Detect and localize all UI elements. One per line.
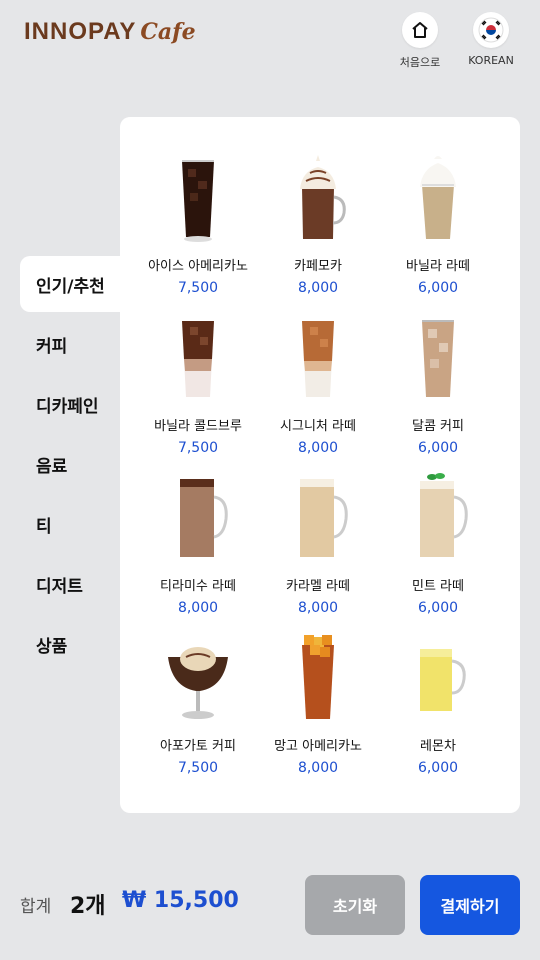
korea-flag-icon: [473, 12, 509, 48]
item-name: 바닐라 콜드브루: [154, 419, 242, 434]
menu-item-caramel-latte[interactable]: 카라멜 라떼 8,000: [258, 471, 378, 631]
affogato-image: [168, 647, 228, 719]
reset-button[interactable]: 초기화: [305, 875, 405, 935]
item-name: 바닐라 라떼: [406, 259, 470, 274]
category-sidebar: 인기/추천 커피 디카페인 음료 티 디저트 상품: [20, 256, 120, 676]
menu-item-vanilla-cold-brew[interactable]: 바닐라 콜드브루 7,500: [138, 311, 258, 471]
item-price: 8,000: [297, 280, 339, 296]
item-name: 카라멜 라떼: [286, 579, 350, 594]
logo-cafe-text: Cafe: [140, 19, 196, 45]
language-button[interactable]: KOREAN: [456, 12, 526, 67]
home-button[interactable]: 처음으로: [385, 12, 455, 70]
item-price: 8,000: [297, 760, 339, 776]
caramel-latte-image: [300, 479, 348, 557]
item-price: 7,500: [177, 760, 219, 776]
item-price: 6,000: [417, 280, 459, 296]
item-name: 망고 아메리카노: [274, 739, 362, 754]
item-price: 7,500: [177, 280, 219, 296]
category-beverage[interactable]: 음료: [20, 436, 120, 492]
cafe-mocha-image: [300, 155, 346, 239]
item-name: 아이스 아메리카노: [148, 259, 248, 274]
item-name: 티라미수 라떼: [160, 579, 236, 594]
brand-logo: INNOPAY Cafe: [24, 18, 196, 46]
menu-item-mint-latte[interactable]: 민트 라떼 6,000: [378, 471, 498, 631]
home-label: 처음으로: [399, 56, 441, 69]
mint-latte-image: [420, 473, 468, 557]
vanilla-cold-brew-image: [182, 321, 214, 397]
category-dessert[interactable]: 디저트: [20, 556, 120, 612]
vanilla-latte-image: [420, 156, 456, 239]
item-price: 8,000: [297, 600, 339, 616]
menu-item-iced-americano[interactable]: 아이스 아메리카노 7,500: [138, 151, 258, 311]
lemon-tea-image: [420, 649, 466, 711]
item-price: 8,000: [177, 600, 219, 616]
menu-item-lemon-tea[interactable]: 레몬차 6,000: [378, 631, 498, 791]
item-name: 시그니처 라떼: [280, 419, 356, 434]
item-name: 달콤 커피: [412, 419, 464, 434]
category-coffee[interactable]: 커피: [20, 316, 120, 372]
home-icon: [402, 12, 438, 48]
item-price: 8,000: [297, 440, 339, 456]
menu-item-vanilla-latte[interactable]: 바닐라 라떼 6,000: [378, 151, 498, 311]
menu-item-tiramisu-latte[interactable]: 티라미수 라떼 8,000: [138, 471, 258, 631]
category-decaf[interactable]: 디카페인: [20, 376, 120, 432]
item-price: 6,000: [417, 600, 459, 616]
mango-americano-image: [302, 635, 334, 719]
signature-latte-image: [302, 321, 334, 397]
category-goods[interactable]: 상품: [20, 616, 120, 672]
item-name: 레몬차: [420, 739, 456, 754]
order-footer: 합계 2개 ₩ 15,500 초기화 결제하기: [0, 870, 540, 940]
menu-item-affogato[interactable]: 아포가토 커피 7,500: [138, 631, 258, 791]
menu-item-mango-americano[interactable]: 망고 아메리카노 8,000: [258, 631, 378, 791]
tiramisu-latte-image: [180, 479, 228, 557]
pay-button[interactable]: 결제하기: [420, 875, 520, 935]
item-price: 7,500: [177, 440, 219, 456]
item-name: 아포가토 커피: [160, 739, 236, 754]
total-count: 2개: [70, 894, 106, 919]
menu-item-sweet-coffee[interactable]: 달콤 커피 6,000: [378, 311, 498, 471]
category-popular[interactable]: 인기/추천: [20, 256, 120, 312]
iced-americano-image: [182, 160, 214, 242]
item-price: 6,000: [417, 760, 459, 776]
sweet-coffee-image: [422, 320, 454, 397]
item-name: 민트 라떼: [412, 579, 464, 594]
total-price: ₩ 15,500: [122, 888, 239, 913]
category-tea[interactable]: 티: [20, 496, 120, 552]
menu-grid: 아이스 아메리카노 7,500 카페모카 8,000 바닐라 라떼 6,000 …: [138, 151, 498, 791]
item-price: 6,000: [417, 440, 459, 456]
item-name: 카페모카: [294, 259, 342, 274]
menu-item-cafe-mocha[interactable]: 카페모카 8,000: [258, 151, 378, 311]
total-label: 합계: [20, 897, 52, 917]
menu-item-signature-latte[interactable]: 시그니처 라떼 8,000: [258, 311, 378, 471]
menu-panel: 아이스 아메리카노 7,500 카페모카 8,000 바닐라 라떼 6,000 …: [120, 117, 520, 813]
language-label: KOREAN: [468, 54, 514, 67]
logo-text: INNOPAY: [24, 18, 137, 45]
